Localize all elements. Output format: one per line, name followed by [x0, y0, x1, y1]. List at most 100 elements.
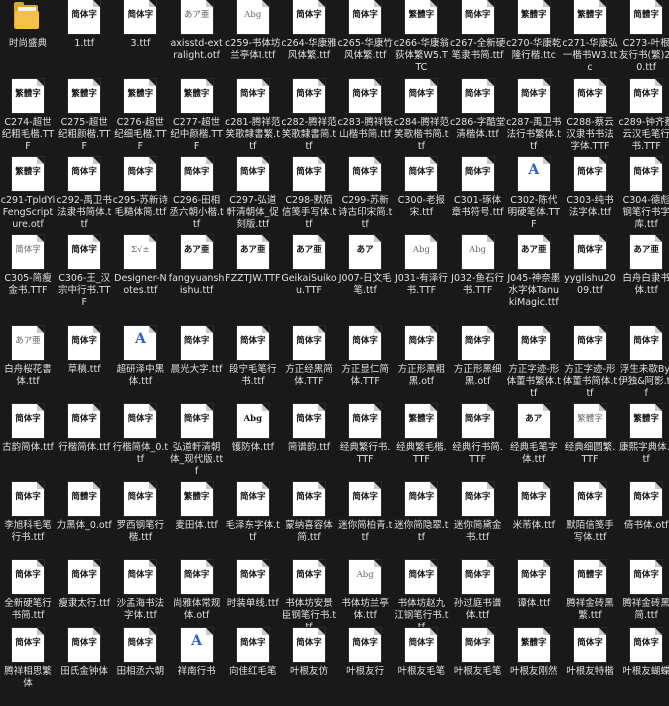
font-file-item[interactable]: あア亜 axisstd-extralight.otf [169, 0, 225, 78]
font-file-item[interactable]: A 祥南行书 [169, 628, 225, 706]
font-file-item[interactable]: あア亜 白舟白隶书体.ttf [618, 235, 669, 313]
font-file-item[interactable]: 简体字 弘道軒清朝体_现代版.ttf [169, 404, 225, 482]
font-file-item[interactable]: 简体字 方正形黑细黑.otf [450, 326, 506, 404]
font-file-item[interactable]: 简体字 c265-华康竹风体繁.ttf [337, 0, 393, 78]
font-file-item[interactable]: 简体字 叶根友毛笔 [450, 628, 506, 706]
font-file-item[interactable]: 简体字 尚雅体常规体.otf [169, 560, 225, 638]
font-file-item[interactable]: 简体字 c292-禹卫书法隶书简体.ttf [56, 157, 112, 235]
font-file-item[interactable]: 繁體字 康熙字典体.ttf [618, 404, 669, 482]
font-file-item[interactable]: 简体字 倩书体.otf [618, 482, 669, 560]
font-file-item[interactable]: Abg 书体坊兰亭体.ttf [337, 560, 393, 638]
font-file-item[interactable]: 简体字 晨光大字.ttf [169, 326, 225, 404]
font-file-item[interactable]: 繁體字 c270-华康乾隆行楷.ttc [506, 0, 562, 78]
font-file-item[interactable]: 繁體字 麦田体.ttf [169, 482, 225, 560]
font-file-item[interactable]: 简体字 瘦隶太行.ttf [56, 560, 112, 638]
font-file-item[interactable]: 简体字 田氏金钟体 [56, 628, 112, 706]
font-file-item[interactable]: 简体字 方正显仁简体.TTF [337, 326, 393, 404]
font-file-item[interactable]: 简体字 古韵简体.ttf [0, 404, 56, 482]
font-file-item[interactable]: 简体字 谭体.ttf [506, 560, 562, 638]
font-file-item[interactable]: 繁體字 叶根友刚然 [506, 628, 562, 706]
font-file-item[interactable]: Σ√± Designer-Notes.ttf [112, 235, 168, 313]
font-file-item[interactable]: 简体字 c295-苏新诗毛糙体简.ttf [112, 157, 168, 235]
font-file-item[interactable]: あア亜 GeikaiSuikou.TTF [281, 235, 337, 313]
font-file-item[interactable]: Abg J032-鱼石行书.TTF [450, 235, 506, 313]
font-file-item[interactable]: 简体字 C299-苏新诗古印宋简.ttf [337, 157, 393, 235]
font-file-item[interactable]: 简体字 方正形黑粗黑.otf [393, 326, 449, 404]
font-file-item[interactable]: A C302-陈代明硬笔体.TTF [506, 157, 562, 235]
font-file-item[interactable]: 繁體字 C274-超世纪粗毛楷.TTF [0, 79, 56, 157]
font-file-item[interactable]: 简体字 C306-王_汉宗中行书.TTF [56, 235, 112, 313]
font-file-item[interactable]: 简体字 迷你简隐翠.ttf [393, 482, 449, 560]
font-file-item[interactable]: 繁體字 C275-超世纪粗颜楷.TTF [56, 79, 112, 157]
font-file-item[interactable]: 简体字 yyglishu2009.ttf [562, 235, 618, 313]
font-file-item[interactable]: 简体字 1.ttf [56, 0, 112, 78]
font-file-item[interactable]: 简体字 C305-简瘦金书.TTF [0, 235, 56, 313]
font-file-item[interactable]: 简体字 叶根友蝴蝶 [618, 628, 669, 706]
folder-item[interactable]: 时尚盛典 [0, 0, 56, 78]
font-file-item[interactable]: 简体字 c282-腾祥范笑歌隸書简.ttf [281, 79, 337, 157]
font-file-item[interactable]: 简体字 叶根友仿 [281, 628, 337, 706]
font-file-item[interactable]: あア J007-日文毛笔.ttf [337, 235, 393, 313]
font-file-item[interactable]: Abg 镬防体.ttf [225, 404, 281, 482]
font-file-item[interactable]: 简体字 向佳红毛笔 [225, 628, 281, 706]
font-file-item[interactable]: 简体字 c287-禹卫书法行书繁体.ttf [506, 79, 562, 157]
font-file-item[interactable]: 简体字 迷你简黛金书.ttf [450, 482, 506, 560]
font-file-item[interactable]: あア亜 J045-神奈墨水字体TanukiMagic.ttf [506, 235, 562, 313]
font-file-item[interactable]: あア亜 fangyuanshishu.ttf [169, 235, 225, 313]
font-file-item[interactable]: Abg c259-书体坊兰亭体I.ttf [225, 0, 281, 78]
font-file-item[interactable]: 简体字 c286-字酷堂清楷体.ttf [450, 79, 506, 157]
font-file-item[interactable]: 简体字 叶根友毛笔 [393, 628, 449, 706]
font-file-item[interactable]: 繁體字 C276-超世纪细毛楷.TTF [112, 79, 168, 157]
font-file-item[interactable]: 简体字 行楷简体_0.ttf [112, 404, 168, 482]
font-file-item[interactable]: 简体字 方正经黑简体.TTF [281, 326, 337, 404]
font-file-item[interactable]: 简体字 3.ttf [112, 0, 168, 78]
font-file-item[interactable]: 简体字 时装单线.ttf [225, 560, 281, 638]
font-file-item[interactable]: 繁體字 C277-超世纪中颜楷.TTF [169, 79, 225, 157]
font-file-item[interactable]: 简体字书体坊安景臣钢笔行书.ttf [281, 560, 337, 638]
font-file-item[interactable]: 简体字 c289-钟齐蔡云汉毛笔行书.TTF [618, 79, 669, 157]
font-file-item[interactable]: 简体字 蒙纳喜容体简.ttf [281, 482, 337, 560]
font-file-item[interactable]: 简体字 沙孟海书法字体.ttf [112, 560, 168, 638]
font-file-item[interactable]: A 超研泽中黑体.ttf [112, 326, 168, 404]
font-file-item[interactable]: 繁體字 经典繁毛楷.TTF [393, 404, 449, 482]
font-file-item[interactable]: 简体字 c283-腾祥铁山楷书简.ttf [337, 79, 393, 157]
font-file-item[interactable]: 简体字 C296-田相丞六朝小楷.ttf [169, 157, 225, 235]
font-file-item[interactable]: 简体字 腾祥金砖黑简.ttf [618, 560, 669, 638]
font-file-item[interactable]: 简体字 C297-弘道軒清朝体_促刻版.ttf [225, 157, 281, 235]
font-file-item[interactable]: あア 经典毛笔字体.ttf [506, 404, 562, 482]
font-file-item[interactable]: あア亜 FZZTJW.TTF [225, 235, 281, 313]
font-file-item[interactable]: 简体字 C288-蔡云汉隶书书法字体.TTF [562, 79, 618, 157]
font-file-item[interactable]: 简体字 c267-全新硬笔隶书简.ttf [450, 0, 506, 78]
font-file-item[interactable]: Abg J031-有泽行书.TTF [393, 235, 449, 313]
font-file-item[interactable]: 简体字 经典行书简.TTF [450, 404, 506, 482]
font-file-item[interactable]: 简体字 全新硬笔行书简.ttf [0, 560, 56, 638]
font-file-item[interactable]: 简体字 米芾体.ttf [506, 482, 562, 560]
font-file-item[interactable]: 简体字 C304-德彪钢笔行书字库.ttf [618, 157, 669, 235]
font-file-item[interactable]: 繁體字 c271-华康弘一楷书W3.ttc [562, 0, 618, 78]
font-file-item[interactable]: 简体字 毛泽东字体.ttf [225, 482, 281, 560]
font-file-item[interactable]: 简体字 李旭科毛笔行书.ttf [0, 482, 56, 560]
font-file-item[interactable]: 简体字 C298-默陌信笺手写体.ttf [281, 157, 337, 235]
font-file-item[interactable]: 简体字 方正字迹-形体董书简体.ttf [562, 326, 618, 404]
font-file-item[interactable]: 简體字 C273-叶根友行书(繁)2.0.ttf [618, 0, 669, 78]
font-file-item[interactable]: 简体字 C301-琢体章书符号.ttf [450, 157, 506, 235]
font-file-item[interactable]: 繁體字 c266-华康翁荻体繁W5.TTC [393, 0, 449, 78]
font-file-item[interactable]: あア亜 白舟桜花書体.ttf [0, 326, 56, 404]
font-file-item[interactable]: 繁體字 经典细圆繁.TTF [562, 404, 618, 482]
font-file-item[interactable]: 简体字 c281-腾祥范笑歌隸書繁.ttf [225, 79, 281, 157]
font-file-item[interactable]: 简体字 行楷简体.ttf [56, 404, 112, 482]
font-file-item[interactable]: 简体字 段宁毛笔行书.ttf [225, 326, 281, 404]
font-file-item[interactable]: 简体字 叶根友行 [337, 628, 393, 706]
font-file-item[interactable]: 繁體字 c291-TpldYiFengScripture.otf [0, 157, 56, 235]
font-file-item[interactable]: 简体字 c284-腾祥范笑歌楷书简.ttf [393, 79, 449, 157]
font-file-item[interactable]: 简体字 叶根友特楷 [562, 628, 618, 706]
font-file-item[interactable]: 简体字 罗西钢笔行楷.ttf [112, 482, 168, 560]
font-file-item[interactable]: 简体字书体坊赵九江钢笔行书.ttf [393, 560, 449, 638]
font-file-item[interactable]: 简体字 腾祥相思繁体 [0, 628, 56, 706]
font-file-item[interactable]: 简體字 腾祥金砖黑繁.ttf [562, 560, 618, 638]
font-file-item[interactable]: 简体字 孙过庭书谱体.ttf [450, 560, 506, 638]
font-file-item[interactable]: 简体字 默陌信笺手写体.ttf [562, 482, 618, 560]
font-file-item[interactable]: 简體字 力黑体_0.otf [56, 482, 112, 560]
font-file-item[interactable]: 简体字 方正字迹-形体董书繁体.ttf [506, 326, 562, 404]
font-file-item[interactable]: 简体字 C300-老报宋.ttf [393, 157, 449, 235]
